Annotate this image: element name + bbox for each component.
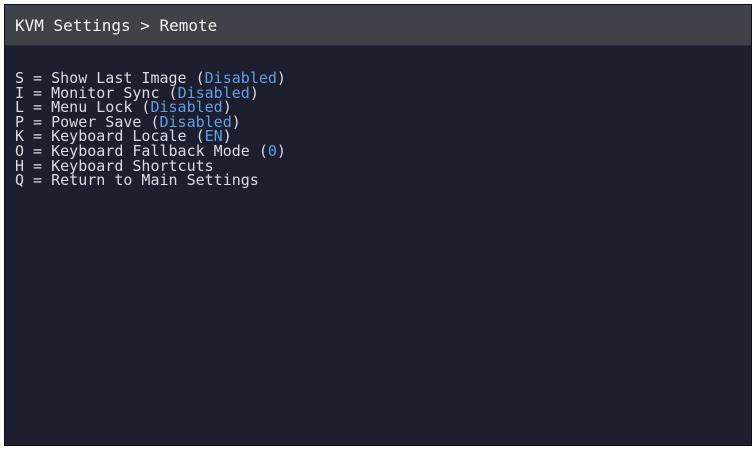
value-open-paren: ( [249, 141, 268, 160]
menu-item-return-to-main-settings[interactable]: Q = Return to Main Settings [15, 173, 751, 188]
value-close-paren: ) [276, 141, 286, 160]
value-close-paren: ) [231, 112, 241, 131]
menu-separator: = [24, 171, 52, 190]
value-close-paren: ) [249, 83, 259, 102]
menu-key: Q [15, 171, 25, 190]
kvm-terminal-screen: KVM Settings > Remote S = Show Last Imag… [4, 4, 752, 446]
breadcrumb-title: KVM Settings > Remote [5, 5, 751, 46]
settings-menu: S = Show Last Image (Disabled) I = Monit… [5, 71, 751, 188]
value-close-paren: ) [276, 69, 286, 87]
menu-value: 0 [267, 141, 277, 160]
menu-label: Return to Main Settings [51, 171, 259, 190]
